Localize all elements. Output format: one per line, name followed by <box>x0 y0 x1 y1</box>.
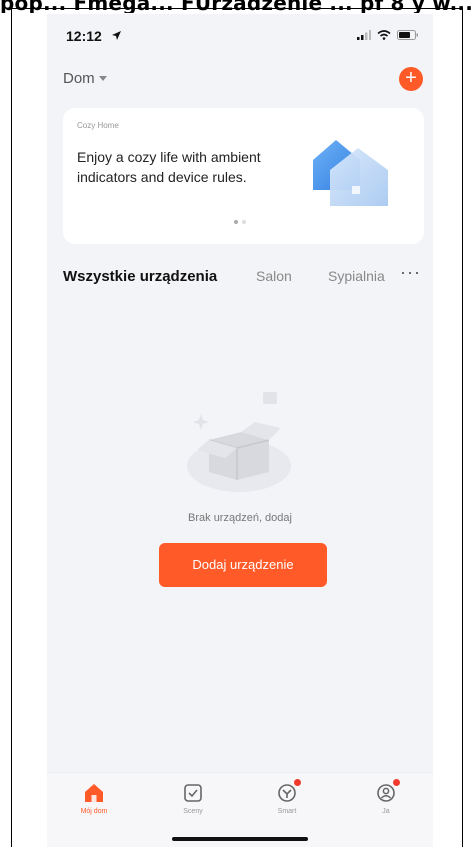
wifi-icon <box>377 30 391 40</box>
plus-icon: + <box>405 67 417 89</box>
nav-label: Smart <box>277 808 297 815</box>
home-name-label: Dom <box>63 70 95 87</box>
chevron-down-icon <box>98 75 107 81</box>
nav-scenes[interactable]: Sceny <box>163 781 223 815</box>
nav-label: Mój dom <box>80 808 108 815</box>
tab-all-devices[interactable]: Wszystkie urządzenia <box>63 268 217 285</box>
banner-tag: Cozy Home <box>77 121 119 130</box>
home-selector[interactable]: Dom <box>63 70 107 87</box>
battery-icon <box>397 30 418 40</box>
signal-icon <box>357 30 371 40</box>
status-time: 12:12 <box>66 28 102 44</box>
add-device-button[interactable]: Dodaj urządzenie <box>159 543 327 587</box>
tab-salon[interactable]: Salon <box>256 268 292 284</box>
carousel-dot <box>242 220 246 224</box>
status-bar: 12:12 <box>47 14 433 58</box>
smart-icon <box>275 779 301 805</box>
nav-my-home[interactable]: Mój dom <box>64 781 124 815</box>
tab-sypialnia[interactable]: Sypialnia <box>328 268 385 284</box>
location-arrow-icon <box>111 28 122 46</box>
nav-label: Sceny <box>183 808 203 815</box>
home-indicator <box>172 837 308 841</box>
home-icon <box>82 781 106 805</box>
nav-smart[interactable]: Smart <box>257 779 317 815</box>
promo-banner[interactable]: Cozy Home Enjoy a cozy life with ambient… <box>63 108 424 244</box>
phone-screen: 12:12 Dom + Cozy Home Enjoy a cozy life … <box>47 14 433 847</box>
empty-state-message: Brak urządzeń, dodaj <box>188 512 292 524</box>
banner-text: Enjoy a cozy life with ambient indicator… <box>77 149 261 185</box>
bottom-navigation: Mój dom Sceny Smart Ja <box>47 772 433 847</box>
more-rooms-button[interactable]: ··· <box>400 262 421 283</box>
status-icons <box>357 30 419 40</box>
profile-icon <box>374 779 400 805</box>
room-tabs: Wszystkie urządzenia Salon Sypialnia ··· <box>63 262 425 294</box>
carousel-dots <box>234 220 246 224</box>
scenes-icon <box>181 781 205 805</box>
nav-me[interactable]: Ja <box>356 779 416 815</box>
add-button[interactable]: + <box>399 67 423 91</box>
carousel-dot <box>234 220 238 224</box>
notification-dot <box>393 779 400 786</box>
notification-dot <box>294 779 301 786</box>
house-illustration-icon <box>313 140 388 206</box>
empty-box-icon <box>187 392 291 492</box>
nav-label: Ja <box>382 808 390 815</box>
